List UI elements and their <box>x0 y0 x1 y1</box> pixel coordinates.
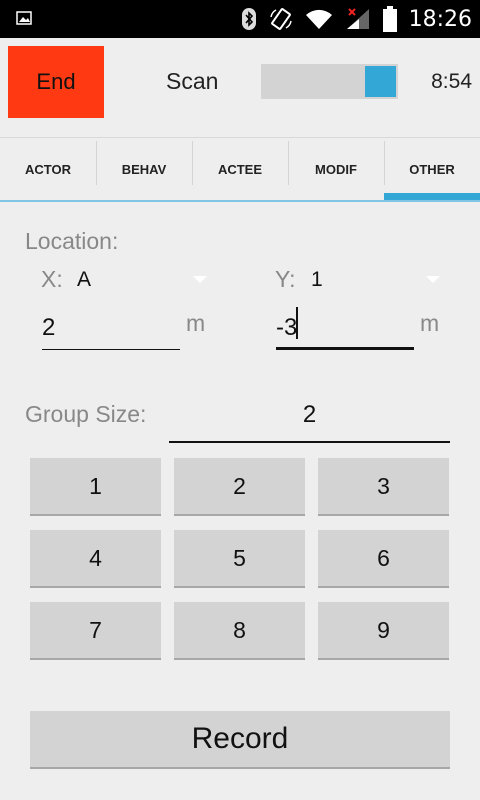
battery-icon <box>382 6 397 32</box>
keypad-key-2[interactable]: 2 <box>174 458 305 516</box>
y-coordinate-value[interactable]: -3 <box>276 314 297 342</box>
location-title: Location: <box>25 228 119 254</box>
end-button[interactable]: End <box>8 46 104 118</box>
x-coordinate-value[interactable]: 2 <box>42 314 55 342</box>
scan-label: Scan <box>166 68 219 94</box>
record-button[interactable]: Record <box>30 711 450 769</box>
keypad-key-6[interactable]: 6 <box>318 530 449 588</box>
keypad-key-9[interactable]: 9 <box>318 602 449 660</box>
scan-toggle[interactable] <box>261 64 398 99</box>
tab-other[interactable]: OTHER <box>384 138 480 200</box>
y-label: Y: <box>275 266 296 292</box>
x-input-underline <box>42 349 180 350</box>
tab-modif[interactable]: MODIF <box>288 138 384 200</box>
y-spinner-value[interactable]: 1 <box>311 268 323 292</box>
x-spinner-dropdown-icon[interactable] <box>193 276 207 283</box>
group-size-label: Group Size: <box>25 401 147 427</box>
keypad-key-5[interactable]: 5 <box>174 530 305 588</box>
clock: 18:26 <box>408 6 472 32</box>
tab-actee[interactable]: ACTEE <box>192 138 288 200</box>
x-label: X: <box>41 266 63 292</box>
category-tabs: ACTOR BEHAV ACTEE MODIF OTHER <box>0 137 480 202</box>
group-size-field[interactable]: 2 <box>169 395 450 443</box>
bluetooth-icon <box>241 7 257 31</box>
x-spinner-value[interactable]: A <box>77 268 91 292</box>
signal-icon <box>345 7 371 31</box>
x-unit: m <box>186 310 206 336</box>
keypad-key-3[interactable]: 3 <box>318 458 449 516</box>
y-input-underline <box>276 347 414 350</box>
keypad-key-8[interactable]: 8 <box>174 602 305 660</box>
text-cursor <box>296 307 298 339</box>
session-timer: 8:54 <box>431 70 472 93</box>
keypad-key-4[interactable]: 4 <box>30 530 161 588</box>
status-bar: 18:26 <box>0 0 480 38</box>
rotate-icon <box>269 7 293 31</box>
y-unit: m <box>420 310 440 336</box>
image-notification-icon <box>16 10 32 26</box>
y-spinner-dropdown-icon[interactable] <box>426 276 440 283</box>
wifi-icon <box>305 8 333 30</box>
tab-actor[interactable]: ACTOR <box>0 138 96 200</box>
keypad-key-7[interactable]: 7 <box>30 602 161 660</box>
keypad-key-1[interactable]: 1 <box>30 458 161 516</box>
x-coordinate-input[interactable]: 2 <box>42 310 180 350</box>
tab-behav[interactable]: BEHAV <box>96 138 192 200</box>
scan-toggle-thumb[interactable] <box>365 66 396 97</box>
